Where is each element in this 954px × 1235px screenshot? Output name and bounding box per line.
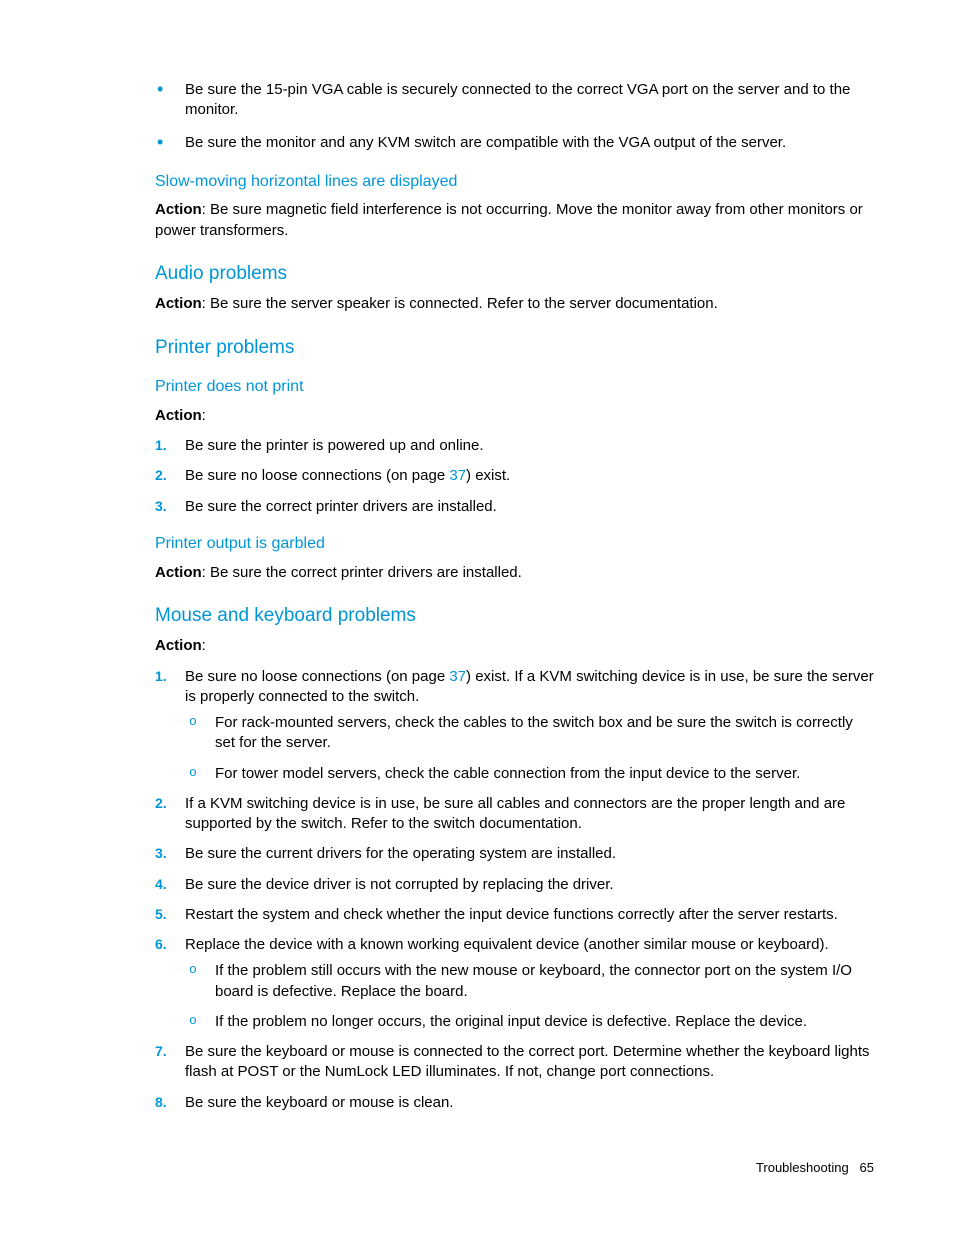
- action-label: Action: [155, 407, 202, 424]
- list-item: Be sure no loose connections (on page 37…: [155, 466, 874, 486]
- action-text: : Be sure the server speaker is connecte…: [202, 295, 718, 312]
- list-item: Restart the system and check whether the…: [155, 905, 874, 925]
- document-page: Be sure the 15-pin VGA cable is securely…: [0, 0, 954, 1235]
- list-item: For tower model servers, check the cable…: [185, 764, 874, 784]
- list-item: Be sure the monitor and any KVM switch a…: [155, 133, 874, 153]
- paragraph: Action:: [155, 636, 874, 656]
- action-text: : Be sure magnetic field interference is…: [155, 201, 863, 238]
- list-item: If the problem no longer occurs, the ori…: [185, 1012, 874, 1032]
- footer-page-number: 65: [860, 1160, 874, 1175]
- heading-printer-not-print: Printer does not print: [155, 376, 874, 398]
- list-item: Be sure the device driver is not corrupt…: [155, 875, 874, 895]
- list-item: For rack-mounted servers, check the cabl…: [185, 713, 874, 754]
- list-item: Replace the device with a known working …: [155, 935, 874, 1032]
- heading-audio: Audio problems: [155, 261, 874, 287]
- text: ) exist.: [466, 467, 510, 484]
- paragraph: Action: Be sure the correct printer driv…: [155, 563, 874, 583]
- list-item: Be sure the keyboard or mouse is connect…: [155, 1042, 874, 1083]
- text: Be sure no loose connections (on page: [185, 668, 449, 685]
- colon: :: [202, 637, 206, 654]
- list-item: Be sure the 15-pin VGA cable is securely…: [155, 80, 874, 121]
- text: Replace the device with a known working …: [185, 936, 829, 953]
- action-text: : Be sure the correct printer drivers ar…: [202, 564, 522, 581]
- list-item: If the problem still occurs with the new…: [185, 961, 874, 1002]
- page-footer: Troubleshooting 65: [756, 1159, 874, 1177]
- list-item: Be sure the keyboard or mouse is clean.: [155, 1093, 874, 1113]
- text: Be sure no loose connections (on page: [185, 467, 449, 484]
- sub-list: If the problem still occurs with the new…: [185, 961, 874, 1032]
- footer-section: Troubleshooting: [756, 1160, 849, 1175]
- printer-steps: Be sure the printer is powered up and on…: [155, 436, 874, 517]
- list-item: Be sure the printer is powered up and on…: [155, 436, 874, 456]
- sub-list: For rack-mounted servers, check the cabl…: [185, 713, 874, 784]
- heading-mouse-keyboard: Mouse and keyboard problems: [155, 603, 874, 629]
- list-item: Be sure no loose connections (on page 37…: [155, 667, 874, 784]
- top-bullet-list: Be sure the 15-pin VGA cable is securely…: [155, 80, 874, 153]
- action-label: Action: [155, 295, 202, 312]
- colon: :: [202, 407, 206, 424]
- action-label: Action: [155, 637, 202, 654]
- action-label: Action: [155, 201, 202, 218]
- paragraph: Action: Be sure magnetic field interfere…: [155, 200, 874, 241]
- heading-printer: Printer problems: [155, 335, 874, 361]
- list-item: Be sure the correct printer drivers are …: [155, 497, 874, 517]
- page-link[interactable]: 37: [449, 467, 466, 484]
- mouse-steps: Be sure no loose connections (on page 37…: [155, 667, 874, 1113]
- heading-slow-lines: Slow-moving horizontal lines are display…: [155, 171, 874, 193]
- page-link[interactable]: 37: [449, 668, 466, 685]
- list-item: If a KVM switching device is in use, be …: [155, 794, 874, 835]
- action-label: Action: [155, 564, 202, 581]
- heading-printer-garbled: Printer output is garbled: [155, 533, 874, 555]
- list-item: Be sure the current drivers for the oper…: [155, 844, 874, 864]
- paragraph: Action:: [155, 406, 874, 426]
- paragraph: Action: Be sure the server speaker is co…: [155, 294, 874, 314]
